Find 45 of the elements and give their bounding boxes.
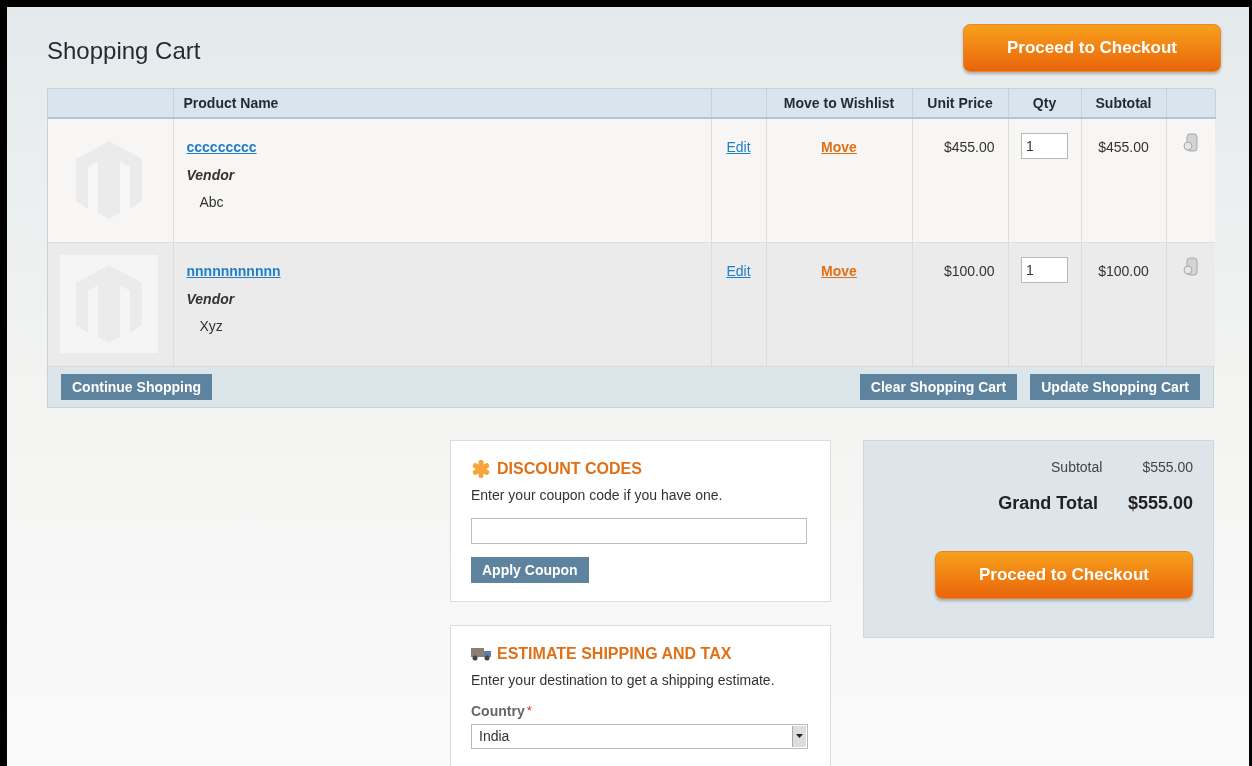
edit-link[interactable]: Edit xyxy=(726,139,751,155)
update-cart-button[interactable]: Update Shopping Cart xyxy=(1030,373,1200,400)
country-label: Country xyxy=(471,701,525,721)
qty-field[interactable]: 1 xyxy=(1021,256,1068,283)
dropdown-caret-icon xyxy=(792,725,806,747)
option-label: Vendor xyxy=(186,289,235,309)
product-link[interactable]: ccccccccc xyxy=(186,139,257,155)
option-value: Xyz xyxy=(198,316,223,336)
shipping-description: Enter your destination to get a shipping estimate. xyxy=(471,670,776,690)
column-header: Move to Wishlist xyxy=(766,89,912,118)
unit-price: $100.00 xyxy=(943,262,995,279)
required-mark: * xyxy=(526,701,532,720)
product-link[interactable]: nnnnnnnnnnn xyxy=(186,262,281,279)
apply-coupon-button[interactable]: Apply Coupon xyxy=(471,556,589,583)
option-value: Abc xyxy=(198,193,224,212)
column-header: Subtotal xyxy=(1081,89,1166,118)
clear-cart-button[interactable]: Clear Shopping Cart xyxy=(859,373,1018,400)
shipping-title: ESTIMATE SHIPPING AND TAX xyxy=(497,643,732,664)
country-select[interactable]: India xyxy=(471,723,808,749)
option-label: Vendor xyxy=(186,166,235,185)
subtotal-value: $555.00 xyxy=(1142,457,1193,477)
grand-total-value: $555.00 xyxy=(1127,491,1193,515)
column-header: Unit Price xyxy=(912,89,1008,118)
edit-link[interactable]: Edit xyxy=(726,262,751,279)
coupon-field[interactable] xyxy=(471,517,807,544)
qty-field[interactable]: 1 xyxy=(1021,133,1068,159)
checkout-button[interactable]: Proceed to Checkout xyxy=(935,550,1193,599)
continue-shopping-button[interactable]: Continue Shopping xyxy=(61,373,213,400)
grand-total-label: Grand Total xyxy=(998,491,1098,515)
row-subtotal: $100.00 xyxy=(1098,262,1149,279)
column-header: Qty xyxy=(1008,89,1081,118)
unit-price: $455.00 xyxy=(943,139,995,155)
delete-icon[interactable] xyxy=(1182,133,1199,153)
truck-icon xyxy=(471,646,491,661)
page-title: Shopping Cart xyxy=(47,35,201,66)
discount-title: DISCOUNT CODES xyxy=(497,458,642,479)
subtotal-label: Subtotal xyxy=(1051,457,1103,477)
discount-description: Enter your coupon code if you have one. xyxy=(471,485,724,505)
move-to-wishlist-link[interactable]: Move xyxy=(821,262,857,279)
move-to-wishlist-link[interactable]: Move xyxy=(821,139,857,155)
asterisk-icon xyxy=(471,458,491,479)
checkout-button[interactable]: Proceed to Checkout xyxy=(963,23,1221,72)
delete-icon[interactable] xyxy=(1182,256,1199,277)
column-header: Product Name xyxy=(173,89,711,118)
row-subtotal: $455.00 xyxy=(1098,139,1149,155)
